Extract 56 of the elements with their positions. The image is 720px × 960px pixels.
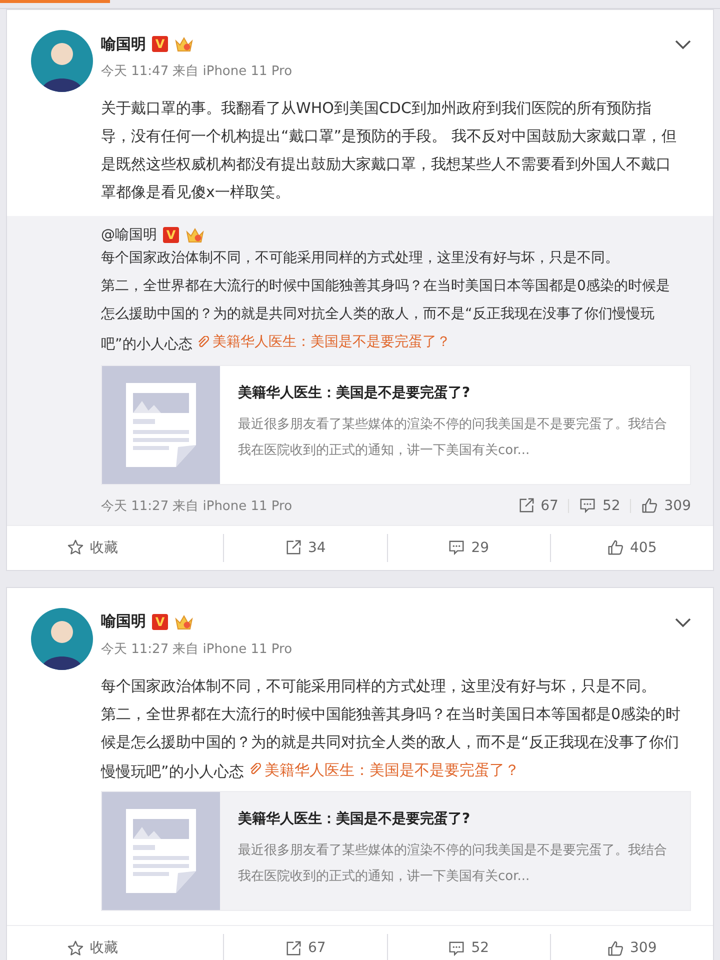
repost-count[interactable]: 67 [518, 497, 558, 514]
like-button[interactable]: 405 [550, 534, 713, 562]
article-card[interactable]: 美籍华人医生：美国是不是要完蛋了? 最近很多朋友看了某些媒体的渲染不停的问我美国是不是要完蛋了。我结合我在医院收到的正式的通知，讲一下美国有关cor... [101, 791, 691, 911]
post-text: 第二，全世界都在大流行的时候中国能独善其身吗？在当时美国日本等国都是0感染的时候是怎么援助中国的？为的就是共同对抗全人类的敌人，而不是“反正我现在没事了你们慢慢玩吧”的小人心态 美籍华人医生：美国是不是要完蛋了？ [101, 700, 681, 785]
post-source: 来自 iPhone 11 Pro [172, 498, 292, 514]
star-icon [67, 940, 84, 956]
post-text: 第二，全世界都在大流行的时候中国能独善其身吗？在当时美国日本等国都是0感染的时候是怎么援助中国的？为的就是共同对抗全人类的敌人，而不是“反正我现在没事了你们慢慢玩吧”的小人心态 美籍华人医生：美国是不是要完蛋了？ [101, 272, 681, 358]
article-summary: 最近很多朋友看了某些媒体的渲染不停的问我美国是不是要完蛋了。我结合我在医院收到的正式的通知，讲一下美国有关cor... [238, 416, 668, 460]
article-title: 美籍华人医生：美国是不是要完蛋了? [238, 384, 472, 402]
post-time: 今天 11:27 [101, 640, 169, 658]
like-count[interactable]: 309 [641, 497, 691, 514]
post-text: 关于戴口罩的事。我翻看了从WHO到美国CDC到加州政府到我们医院的所有预防指导，没有任何一个机构提出“戴口罩”是预防的手段。 我不反对中国鼓励大家戴口罩，但是既然这些权威机构都没有提出鼓励大家戴口罩，我想某些人不需要看到外国人不戴口罩都像是看见傻x一样取笑。 [101, 98, 678, 203]
crown-icon [174, 612, 194, 630]
verified-badge: V [152, 36, 168, 52]
repost-button[interactable]: 67 [224, 934, 388, 960]
chevron-down-icon[interactable] [675, 618, 691, 628]
verified-badge: V [152, 614, 168, 630]
verified-badge: V [163, 227, 179, 243]
article-link[interactable]: 美籍华人医生：美国是不是要完蛋了？ [248, 756, 520, 784]
share-icon [518, 497, 535, 514]
document-icon [126, 809, 196, 893]
thumbs-up-icon [607, 940, 624, 956]
crown-icon [174, 35, 194, 53]
post-source: 来自 iPhone 11 Pro [172, 63, 292, 80]
comment-count[interactable]: 52 [579, 497, 620, 514]
post-time: 今天 11:27 [101, 498, 169, 514]
document-icon [126, 382, 196, 466]
comment-icon [579, 497, 596, 514]
favorite-button[interactable]: 收藏 [7, 934, 224, 960]
author-name[interactable]: 喻国明 [101, 612, 146, 631]
chevron-down-icon[interactable] [675, 40, 691, 50]
paperclip-icon [248, 763, 262, 776]
article-title: 美籍华人医生：美国是不是要完蛋了? [238, 810, 472, 828]
post-text: 每个国家政治体制不同，不可能采用同样的方式处理，这里没有好与坏，只是不同。 [101, 676, 657, 696]
article-link[interactable]: 美籍华人医生：美国是不是要完蛋了？ [196, 328, 451, 356]
paperclip-icon [196, 336, 210, 348]
post-time: 今天 11:47 [101, 63, 169, 80]
article-card[interactable]: 美籍华人医生：美国是不是要完蛋了? 最近很多朋友看了某些媒体的渲染不停的问我美国是不是要完蛋了。我结合我在医院收到的正式的通知，讲一下美国有关cor... [101, 364, 691, 484]
thumbs-up-icon [607, 539, 624, 556]
thumbs-up-icon [641, 497, 658, 514]
comment-icon [448, 539, 466, 556]
repost-button[interactable]: 34 [224, 534, 388, 562]
crown-icon [185, 226, 205, 244]
article-summary: 最近很多朋友看了某些媒体的渲染不停的问我美国是不是要完蛋了。我结合我在医院收到的正式的通知，讲一下美国有关cor... [238, 842, 668, 886]
comment-button[interactable]: 52 [388, 934, 551, 960]
star-icon [67, 539, 84, 556]
comment-icon [448, 940, 466, 956]
comment-button[interactable]: 29 [388, 534, 551, 562]
favorite-button[interactable]: 收藏 [7, 534, 224, 562]
post-text: 每个国家政治体制不同，不可能采用同样的方式处理，这里没有好与坏，只是不同。 [101, 249, 620, 268]
post-source: 来自 iPhone 11 Pro [172, 640, 292, 658]
author-name[interactable]: 喻国明 [101, 34, 146, 54]
like-button[interactable]: 309 [550, 934, 713, 960]
share-icon [284, 539, 302, 556]
retweet-author[interactable]: @喻国明 [101, 226, 157, 244]
share-icon [284, 940, 302, 956]
